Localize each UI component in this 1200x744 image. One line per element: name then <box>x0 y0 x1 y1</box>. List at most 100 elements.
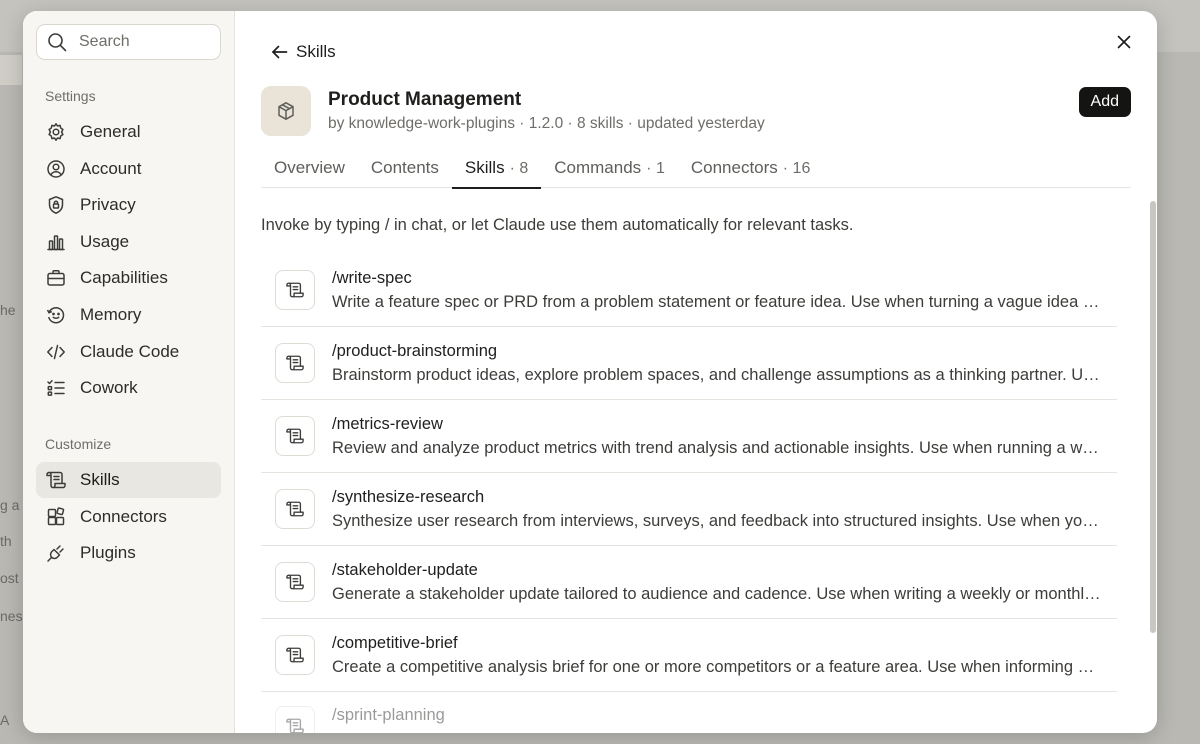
sidebar-item-label: Plugins <box>80 543 136 563</box>
settings-sidebar: Settings General Account Privacy Usage C… <box>23 11 235 733</box>
sidebar-item-privacy[interactable]: Privacy <box>36 187 221 223</box>
code-icon <box>47 344 65 359</box>
tab-label: Commands <box>554 158 642 177</box>
sidebar-item-memory[interactable]: Memory <box>36 297 221 333</box>
search-input[interactable] <box>79 33 199 51</box>
sidebar-item-label: Cowork <box>80 378 138 398</box>
skill-icon <box>275 343 315 383</box>
search-box[interactable] <box>36 24 221 60</box>
back-to-skills-link[interactable]: Skills <box>271 42 336 62</box>
tab-label: Overview <box>274 158 345 177</box>
close-button[interactable] <box>1113 31 1135 53</box>
scroll-icon <box>286 355 304 371</box>
tab-contents[interactable]: Contents <box>358 153 452 188</box>
customize-section-label: Customize <box>45 436 112 453</box>
scrollbar[interactable] <box>1150 201 1156 633</box>
skill-text: /sprint-planning <box>332 706 1117 725</box>
scroll-icon <box>286 718 304 733</box>
settings-modal: Settings General Account Privacy Usage C… <box>23 11 1157 733</box>
sidebar-item-plugins[interactable]: Plugins <box>36 535 221 571</box>
plugin-icon <box>261 86 311 136</box>
skill-text: /product-brainstorming Brainstorm produc… <box>332 342 1117 385</box>
bar-chart-icon <box>47 235 65 251</box>
search-icon <box>48 33 67 52</box>
skill-name: /synthesize-research <box>332 487 485 506</box>
skill-name: /sprint-planning <box>332 706 445 724</box>
skill-name: /competitive-brief <box>332 633 458 652</box>
skill-row[interactable]: /write-spec Write a feature spec or PRD … <box>261 254 1117 327</box>
tab-label: Skills <box>464 158 505 177</box>
tab-commands[interactable]: Commands · 1 <box>541 153 678 188</box>
sidebar-item-claude-code[interactable]: Claude Code <box>36 334 221 370</box>
tab-skills[interactable]: Skills · 8 <box>451 153 542 189</box>
sidebar-item-capabilities[interactable]: Capabilities <box>36 260 221 296</box>
skill-row[interactable]: /synthesize-research Synthesize user res… <box>261 473 1117 546</box>
memory-icon <box>46 306 65 324</box>
skill-name: /stakeholder-update <box>332 560 478 579</box>
sidebar-item-label: Privacy <box>80 195 136 215</box>
add-plugin-button[interactable]: Add <box>1078 87 1131 117</box>
tab-connectors[interactable]: Connectors · 16 <box>678 153 824 188</box>
back-link-label: Skills <box>296 42 336 61</box>
tab-label: Contents <box>370 158 439 177</box>
background-text: g a <box>0 497 20 513</box>
sidebar-item-label: Usage <box>80 231 130 251</box>
settings-section-label: Settings <box>45 88 96 104</box>
sidebar-item-usage[interactable]: Usage <box>36 224 221 260</box>
user-circle-icon <box>47 159 65 178</box>
shield-icon <box>48 196 64 215</box>
checklist-icon <box>47 380 65 397</box>
close-icon <box>1117 35 1131 49</box>
sidebar-item-account[interactable]: Account <box>36 151 221 187</box>
skill-description: Generate a stakeholder update tailored t… <box>332 584 1102 603</box>
skill-row[interactable]: /product-brainstorming Brainstorm produc… <box>261 327 1117 400</box>
skill-row[interactable]: /sprint-planning <box>261 692 1117 733</box>
plugin-title: Product Management <box>328 89 522 110</box>
plugin-info: Product Management by knowledge-work-plu… <box>328 89 765 133</box>
plugin-header: Product Management by knowledge-work-plu… <box>261 86 1131 136</box>
tab-count: · 8 <box>509 160 529 177</box>
skill-description: Review and analyze product metrics with … <box>332 438 1102 457</box>
arrow-left-icon <box>272 45 288 59</box>
sidebar-item-cowork[interactable]: Cowork <box>36 370 221 406</box>
skills-list: /write-spec Write a feature spec or PRD … <box>261 254 1117 733</box>
sidebar-item-label: Memory <box>80 304 142 324</box>
skill-description: Synthesize user research from interviews… <box>332 511 1102 530</box>
tab-overview[interactable]: Overview <box>261 153 358 188</box>
skill-row[interactable]: /metrics-review Review and analyze produ… <box>261 400 1117 473</box>
sidebar-item-label: General <box>80 122 141 141</box>
plugin-meta: by knowledge-work-plugins · 1.2.0 · 8 sk… <box>328 115 765 132</box>
skill-text: /write-spec Write a feature spec or PRD … <box>332 269 1117 312</box>
scroll-icon <box>286 501 304 517</box>
skill-icon <box>275 635 315 675</box>
skill-icon <box>275 706 315 733</box>
scroll-icon <box>286 647 304 663</box>
sidebar-item-label: Skills <box>80 470 120 490</box>
background-text: th <box>0 533 12 549</box>
tab-count: · 1 <box>646 160 665 177</box>
skill-text: /competitive-brief Create a competitive … <box>332 634 1117 677</box>
main-panel: Skills Product Management by knowledge-w… <box>235 11 1157 733</box>
sidebar-item-general[interactable]: General <box>36 114 221 150</box>
skill-icon <box>275 416 315 456</box>
sidebar-item-connectors[interactable]: Connectors <box>36 499 221 535</box>
skill-name: /metrics-review <box>332 414 443 433</box>
scroll-icon <box>286 282 304 298</box>
scroll-icon <box>46 471 66 489</box>
skill-icon <box>275 489 315 529</box>
background-strip <box>0 55 22 85</box>
background-text: nes <box>0 608 22 624</box>
sidebar-item-skills[interactable]: Skills <box>36 462 221 499</box>
background-text: ost <box>0 570 19 586</box>
briefcase-icon <box>47 270 65 287</box>
skills-intro-text: Invoke by typing / in chat, or let Claud… <box>261 216 854 234</box>
skill-description: Brainstorm product ideas, explore proble… <box>332 365 1102 384</box>
skill-name: /write-spec <box>332 268 412 287</box>
scroll-icon <box>286 428 304 444</box>
background-text: he <box>0 302 16 318</box>
skill-name: /product-brainstorming <box>332 341 498 360</box>
sidebar-item-label: Connectors <box>80 506 167 526</box>
skill-row[interactable]: /stakeholder-update Generate a stakehold… <box>261 546 1117 619</box>
skill-icon <box>275 562 315 602</box>
skill-row[interactable]: /competitive-brief Create a competitive … <box>261 619 1117 692</box>
